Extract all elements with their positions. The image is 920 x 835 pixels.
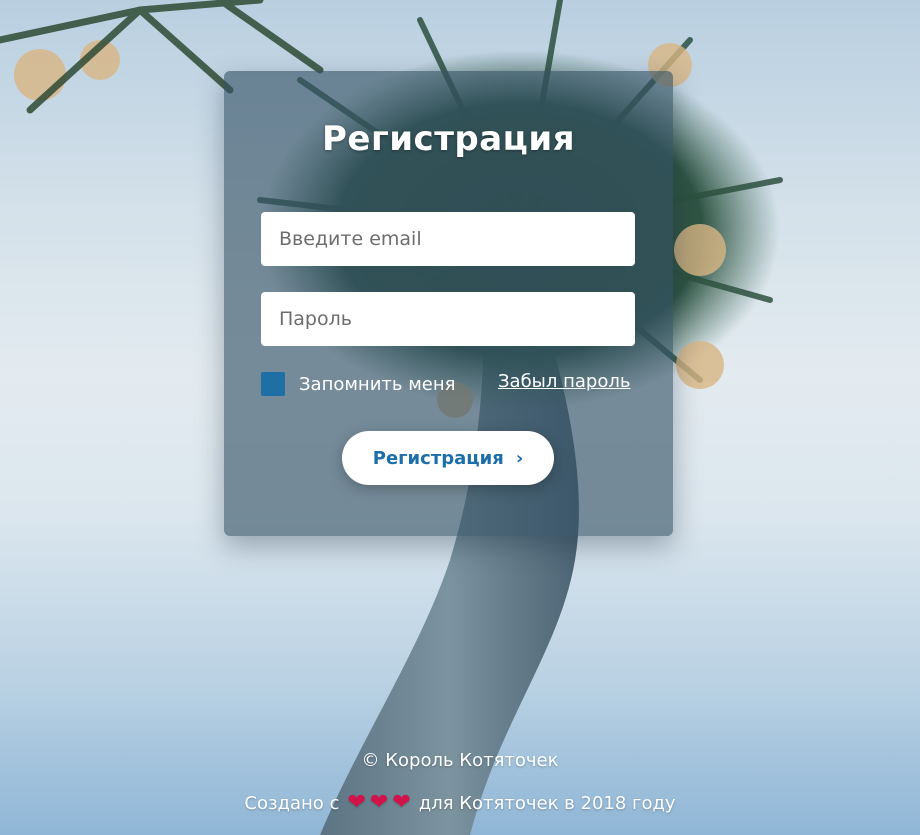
footer-copyright: © Король Котяточек	[361, 750, 559, 771]
footer-made-suffix: для Котяточек в 2018 году	[418, 792, 676, 814]
register-button[interactable]: Регистрация ›	[342, 431, 554, 485]
remember-me-label: Запомнить меня	[299, 373, 456, 395]
register-button-label: Регистрация	[372, 447, 504, 469]
form-title: Регистрация	[321, 119, 576, 159]
forgot-password-link[interactable]: Забыл пароль	[498, 371, 630, 392]
email-input[interactable]	[261, 212, 635, 266]
heart-icon: ❤	[347, 790, 366, 815]
remember-me-checkbox[interactable]: Запомнить меня	[261, 371, 455, 397]
registration-card: Регистрация Запомнить меня Забыл пароль …	[224, 71, 673, 536]
heart-icon: ❤	[392, 790, 411, 815]
password-input[interactable]	[261, 292, 635, 346]
chevron-right-icon: ›	[515, 447, 524, 469]
footer-made-prefix: Создано с	[244, 792, 340, 814]
heart-icon: ❤	[369, 790, 389, 815]
checkbox-box[interactable]	[261, 372, 285, 396]
footer-made-with: Создано с ❤ ❤ ❤ для Котяточек в 2018 год…	[0, 792, 920, 814]
hearts-group: ❤ ❤ ❤	[345, 792, 412, 814]
